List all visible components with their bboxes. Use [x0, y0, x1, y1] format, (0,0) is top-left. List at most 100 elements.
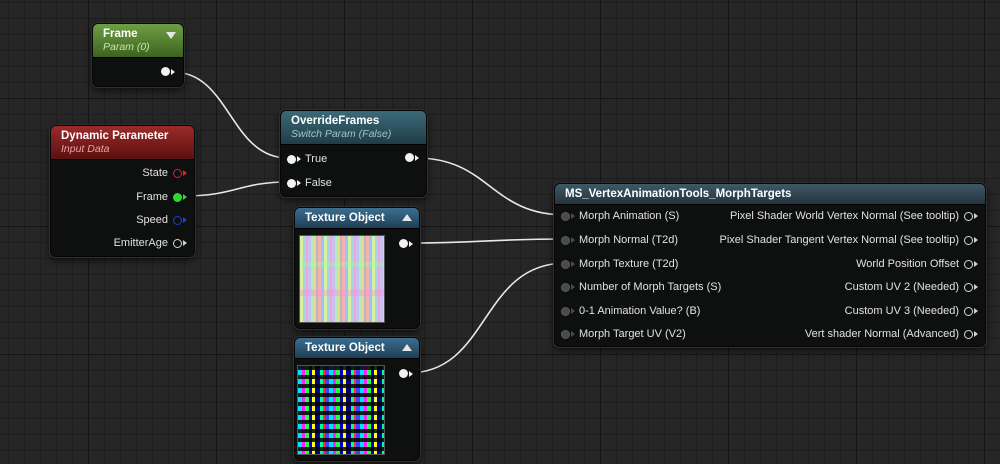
dynamic-parameter-node[interactable]: Dynamic Parameter Input Data State Frame… — [50, 125, 195, 257]
frame-pin[interactable] — [173, 192, 182, 202]
pin-arrow-icon — [183, 194, 187, 200]
input-false: False — [287, 177, 332, 189]
collapse-arrow-down-icon[interactable] — [166, 32, 176, 39]
output-state: State — [142, 167, 187, 179]
pin-label: Pixel Shader Tangent Vertex Normal (See … — [719, 234, 959, 246]
pin-arrow-icon — [571, 284, 575, 290]
morph-targets-function-node[interactable]: MS_VertexAnimationTools_MorphTargets Mor… — [554, 183, 986, 347]
texture-object-node[interactable]: Texture Object — [294, 337, 420, 461]
pin-label: Morph Animation (S) — [579, 210, 680, 222]
pin-label: Custom UV 3 (Needed) — [844, 305, 959, 317]
pin-label: False — [305, 177, 332, 189]
output-pin[interactable] — [399, 239, 408, 248]
emitterage-pin[interactable] — [173, 238, 182, 248]
output-pixel-shader-world-normal: Pixel Shader World Vertex Normal (See to… — [730, 210, 978, 222]
input-pin[interactable] — [561, 235, 570, 245]
input-true: True — [287, 153, 327, 165]
output-pin[interactable] — [161, 67, 170, 76]
output-pin[interactable] — [964, 306, 973, 316]
input-pin[interactable] — [561, 282, 570, 292]
output-frame: Frame — [136, 191, 187, 203]
node-title: MS_VertexAnimationTools_MorphTargets — [565, 188, 792, 200]
input-morph-texture: Morph Texture (T2d) — [561, 258, 678, 270]
wire-texture1-to-morph-normal — [407, 238, 567, 244]
input-pin[interactable] — [561, 306, 570, 316]
true-pin[interactable] — [287, 154, 296, 164]
pin-label: Frame — [136, 191, 168, 203]
pin-arrow-icon — [171, 68, 175, 75]
collapse-arrow-up-icon[interactable] — [402, 344, 412, 351]
output-pin[interactable] — [964, 235, 973, 245]
pin-label: True — [305, 153, 328, 165]
output-pin[interactable] — [964, 329, 973, 339]
input-morph-target-uv: Morph Target UV (V2) — [561, 328, 686, 340]
pin-label: State — [142, 167, 168, 179]
input-pin[interactable] — [561, 211, 570, 221]
false-pin[interactable] — [287, 178, 296, 188]
output-pin-row — [399, 369, 413, 378]
node-header[interactable]: Texture Object — [295, 208, 419, 229]
pin-arrow-icon — [571, 213, 575, 219]
pin-arrow-icon — [409, 370, 413, 377]
pin-label: EmitterAge — [113, 237, 168, 249]
input-morph-animation: Morph Animation (S) — [561, 210, 679, 222]
node-header[interactable]: OverrideFrames Switch Param (False) — [281, 111, 426, 145]
collapse-arrow-up-icon[interactable] — [402, 214, 412, 221]
pin-arrow-icon — [974, 237, 978, 243]
output-pin[interactable] — [964, 259, 973, 269]
output-speed: Speed — [136, 214, 187, 226]
pin-label: Morph Normal (T2d) — [579, 234, 679, 246]
node-subtitle: Input Data — [61, 143, 110, 155]
output-world-position-offset: World Position Offset — [856, 258, 978, 270]
pin-arrow-icon — [297, 180, 301, 186]
node-header[interactable]: MS_VertexAnimationTools_MorphTargets — [555, 184, 985, 205]
node-title: OverrideFrames — [291, 115, 380, 127]
texture-object-node[interactable]: Texture Object — [294, 207, 420, 329]
pin-arrow-icon — [974, 261, 978, 267]
pin-label: Morph Texture (T2d) — [579, 258, 679, 270]
pin-arrow-icon — [409, 240, 413, 247]
override-frames-node[interactable]: OverrideFrames Switch Param (False) True… — [280, 110, 427, 197]
pin-label: Vert shader Normal (Advanced) — [804, 328, 959, 340]
pin-arrow-icon — [571, 308, 575, 314]
node-title: Dynamic Parameter — [61, 130, 169, 142]
pin-label: Pixel Shader World Vertex Normal (See to… — [729, 210, 959, 222]
output-pin[interactable] — [405, 153, 414, 162]
speed-pin[interactable] — [173, 215, 182, 225]
output-pin[interactable] — [964, 211, 973, 221]
input-pin[interactable] — [561, 329, 570, 339]
node-subtitle: Param (0) — [103, 41, 150, 53]
output-pin-row — [161, 67, 175, 76]
frame-param-node[interactable]: Frame Param (0) — [92, 23, 184, 87]
node-header[interactable]: Texture Object — [295, 338, 419, 359]
pin-arrow-icon — [571, 237, 575, 243]
input-pin[interactable] — [561, 259, 570, 269]
node-header[interactable]: Frame Param (0) — [93, 24, 183, 58]
texture-thumbnail — [299, 235, 385, 323]
input-morph-normal: Morph Normal (T2d) — [561, 234, 678, 246]
pin-arrow-icon — [415, 154, 419, 161]
output-pin-row — [399, 239, 413, 248]
wire-dynamic-frame-to-false — [184, 181, 289, 197]
output-pin[interactable] — [964, 282, 973, 292]
node-title: Texture Object — [305, 212, 385, 224]
pin-arrow-icon — [183, 170, 187, 176]
pin-arrow-icon — [297, 156, 301, 162]
pin-label: Custom UV 2 (Needed) — [844, 281, 959, 293]
output-vert-shader-normal: Vert shader Normal (Advanced) — [805, 328, 978, 340]
node-title: Frame — [103, 28, 138, 40]
node-header[interactable]: Dynamic Parameter Input Data — [51, 126, 194, 160]
input-animation-value: 0-1 Animation Value? (B) — [561, 305, 700, 317]
pin-arrow-icon — [974, 308, 978, 314]
pin-label: 0-1 Animation Value? (B) — [579, 305, 701, 317]
pin-arrow-icon — [974, 331, 978, 337]
node-subtitle: Switch Param (False) — [291, 128, 392, 140]
pin-label: Number of Morph Targets (S) — [579, 281, 722, 293]
state-pin[interactable] — [173, 168, 182, 178]
output-pin[interactable] — [399, 369, 408, 378]
pin-arrow-icon — [571, 331, 575, 337]
texture-thumbnail — [297, 365, 385, 455]
output-custom-uv-3: Custom UV 3 (Needed) — [845, 305, 978, 317]
wire-texture2-to-morph-texture — [407, 262, 567, 374]
output-pixel-shader-tangent-normal: Pixel Shader Tangent Vertex Normal (See … — [720, 234, 978, 246]
